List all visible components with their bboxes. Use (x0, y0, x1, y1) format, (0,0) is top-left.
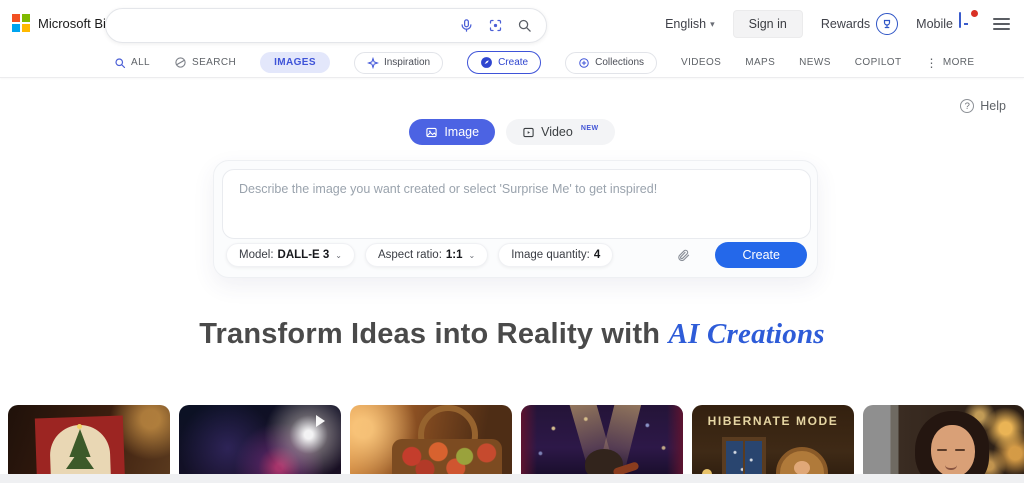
rewards-trophy-icon (876, 13, 899, 35)
nav-tab-more[interactable]: ⋮ MORE (925, 56, 974, 70)
nav-tab-maps[interactable]: MAPS (745, 57, 775, 68)
play-icon (316, 415, 325, 427)
inspiration-sparkle-icon (366, 56, 379, 69)
thumbnail-christmas-popup-card[interactable] (8, 405, 170, 483)
hamburger-menu-icon[interactable] (993, 17, 1010, 31)
collections-icon (578, 57, 590, 69)
nav-tab-search[interactable]: SEARCH (174, 56, 236, 69)
globe-search-icon (174, 56, 187, 69)
video-mode-icon (522, 126, 535, 139)
video-mode-button[interactable]: Video NEW (506, 119, 615, 145)
nav-tab-collections[interactable]: Collections (565, 51, 658, 74)
sign-in-button[interactable]: Sign in (732, 10, 803, 38)
chevron-down-icon: ▾ (710, 18, 715, 29)
help-link[interactable]: ? Help (960, 99, 1006, 113)
thumbnail-fireworks-video[interactable] (179, 405, 341, 483)
hibernate-mode-text: HIBERNATE MODE (707, 414, 839, 428)
headline-accent: AI Creations (668, 318, 825, 350)
page-title: Transform Ideas into Reality with AI Cre… (199, 318, 825, 350)
rewards-link[interactable]: Rewards (820, 13, 899, 35)
create-button[interactable]: Create (715, 242, 807, 268)
search-icon[interactable] (517, 18, 532, 33)
chevron-down-icon: ⌄ (468, 250, 476, 260)
nav-tab-inspiration[interactable]: Inspiration (353, 51, 444, 74)
help-question-icon: ? (960, 99, 975, 113)
language-label: English (665, 17, 707, 31)
search-input[interactable] (124, 18, 459, 33)
example-gallery: HIBERNATE MODE (8, 405, 1024, 483)
nav-tab-all[interactable]: ALL (114, 57, 150, 69)
create-brush-icon (480, 56, 493, 69)
thumbnail-violin-girl[interactable] (521, 405, 683, 483)
new-badge: NEW (580, 124, 599, 132)
bottom-scroll-strip[interactable] (0, 474, 1024, 483)
thumbnail-smiling-girl[interactable] (863, 405, 1024, 483)
aspect-ratio-chip[interactable]: Aspect ratio: 1:1 ⌄ (364, 243, 489, 267)
help-label: Help (980, 99, 1006, 113)
image-mode-icon (425, 126, 438, 139)
prompt-composer: Model: DALL-E 3 ⌄ Aspect ratio: 1:1 ⌄ Im… (213, 160, 818, 278)
visual-search-icon[interactable] (488, 18, 503, 33)
prompt-textarea[interactable] (222, 169, 811, 239)
top-bar: Microsoft Bing English ▾ Sign in Rewards… (0, 0, 1024, 48)
mode-toggle: Image Video NEW (0, 119, 1024, 145)
mobile-link[interactable]: Mobile (916, 10, 978, 35)
mobile-phone-icon (959, 10, 978, 35)
chevron-down-icon: ⌄ (335, 250, 342, 260)
microsoft-logo-icon (12, 14, 30, 32)
microphone-icon[interactable] (459, 18, 474, 33)
thumbnail-apple-basket[interactable] (350, 405, 512, 483)
rewards-label: Rewards (820, 17, 871, 31)
nav-tab-images-active[interactable]: IMAGES (260, 52, 330, 73)
more-dots-icon: ⋮ (925, 55, 938, 70)
mobile-label: Mobile (916, 17, 953, 31)
nav-tab-news[interactable]: NEWS (799, 57, 831, 68)
thumbnail-hibernate-mode[interactable]: HIBERNATE MODE (692, 405, 854, 483)
nav-tab-copilot[interactable]: COPILOT (855, 57, 902, 68)
language-selector[interactable]: English ▾ (665, 17, 715, 31)
search-bar[interactable] (105, 8, 547, 43)
search-nav-bar: ALL SEARCH IMAGES Inspiration Create Col… (0, 48, 1024, 78)
image-quantity-chip[interactable]: Image quantity: 4 (498, 243, 614, 267)
nav-tab-create[interactable]: Create (467, 51, 542, 74)
attachment-paperclip-icon[interactable] (676, 248, 691, 263)
nav-tab-videos[interactable]: VIDEOS (681, 57, 721, 68)
notification-dot (971, 10, 978, 17)
composer-options-row: Model: DALL-E 3 ⌄ Aspect ratio: 1:1 ⌄ Im… (214, 237, 817, 277)
model-select-chip[interactable]: Model: DALL-E 3 ⌄ (226, 243, 355, 267)
image-mode-button[interactable]: Image (409, 119, 496, 145)
magnifier-icon (114, 57, 126, 69)
